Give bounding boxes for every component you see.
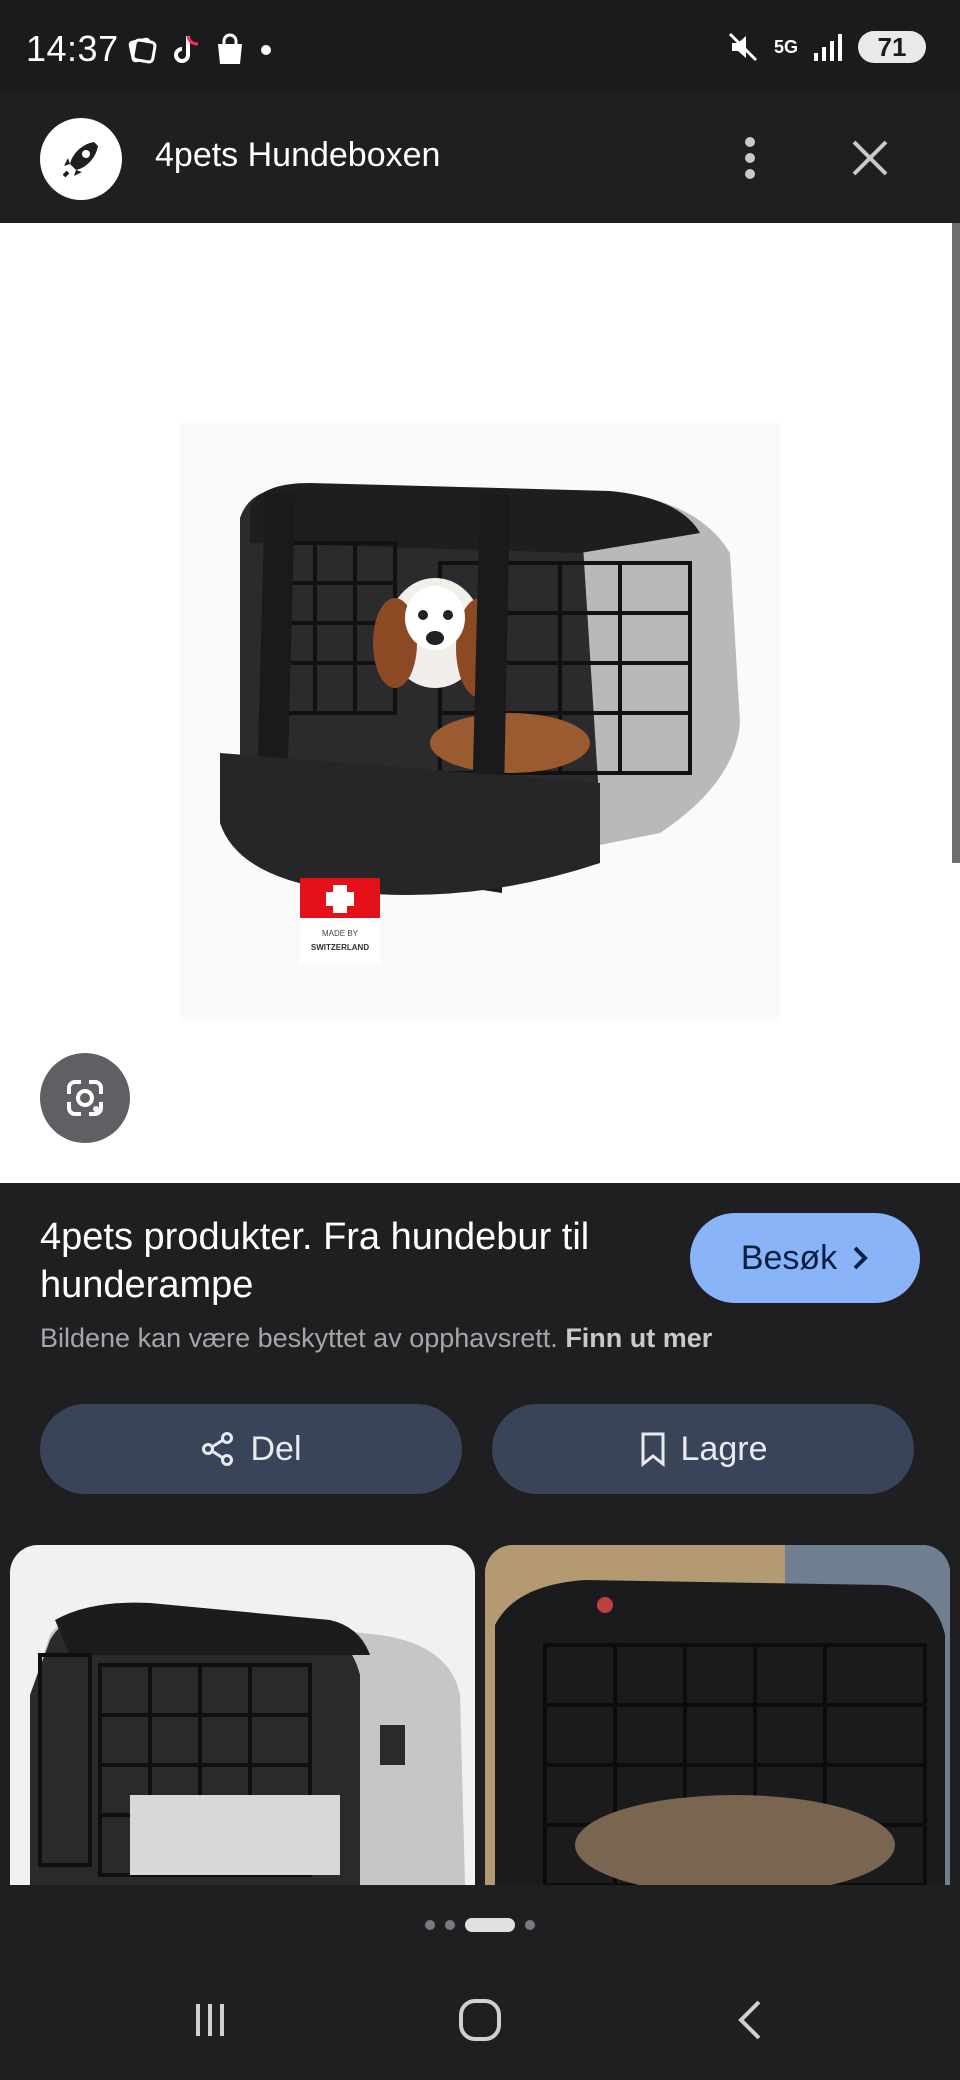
viewer-header: 4pets Hundeboxen [0, 93, 960, 223]
google-lens-button[interactable] [40, 1053, 130, 1143]
related-images-grid [0, 1545, 960, 1895]
product-image[interactable]: MADE BY SWITZERLAND [180, 423, 780, 1023]
page-indicator [0, 1895, 960, 1955]
copyright-text: Bildene kan være beskyttet av opphavsret… [40, 1323, 558, 1353]
learn-more-link[interactable]: Finn ut mer [565, 1323, 712, 1353]
status-bar: 14:37 5G 71 [0, 0, 960, 93]
page-dot [425, 1920, 435, 1930]
mute-icon [728, 32, 758, 62]
result-title[interactable]: 4pets produkter. Fra hundebur til hunder… [40, 1213, 640, 1309]
5g-icon: 5G [773, 37, 798, 57]
rocket-icon [62, 142, 98, 178]
image-viewer[interactable]: MADE BY SWITZERLAND [0, 223, 960, 1183]
chevron-right-icon [853, 1246, 869, 1270]
tiktok-icon [174, 35, 199, 63]
save-label: Lagre [680, 1429, 768, 1468]
dog-crate-illustration: MADE BY SWITZERLAND [220, 483, 740, 963]
share-button[interactable]: Del [40, 1404, 462, 1494]
recents-icon [196, 2004, 224, 2036]
copyright-notice: Bildene kan være beskyttet av opphavsret… [40, 1323, 712, 1354]
shopping-bag-icon [218, 33, 242, 64]
visit-button[interactable]: Besøk [690, 1213, 920, 1303]
bookmark-icon [641, 1432, 665, 1467]
viewer-scrollbar[interactable] [952, 223, 960, 863]
signal-icon [814, 34, 842, 61]
page-dot [445, 1920, 455, 1930]
page-dot [525, 1920, 535, 1930]
page-title: 4pets Hundeboxen [155, 136, 441, 174]
close-button[interactable] [840, 128, 900, 188]
more-vert-icon [745, 137, 755, 179]
home-button[interactable] [425, 1970, 535, 2070]
related-image-1[interactable] [10, 1545, 475, 1885]
site-favicon[interactable] [40, 118, 122, 200]
back-icon [738, 2000, 761, 2040]
related-image-2[interactable] [485, 1545, 950, 1885]
visit-label: Besøk [740, 1238, 838, 1277]
home-icon [459, 1999, 501, 2041]
page-dot-active [465, 1918, 515, 1932]
back-button[interactable] [695, 1970, 805, 2070]
share-icon [202, 1432, 234, 1466]
close-icon [852, 140, 888, 176]
share-label: Del [250, 1429, 302, 1468]
image-info-panel: 4pets produkter. Fra hundebur til hunder… [0, 1183, 960, 1545]
recents-button[interactable] [155, 1970, 265, 2070]
dot-icon [261, 45, 271, 55]
badge-text-switzerland: SWITZERLAND [311, 943, 369, 952]
crate-side-view-image [30, 1602, 465, 1885]
stack-icon [128, 37, 157, 64]
google-lens-icon [67, 1080, 103, 1116]
notification-icons [126, 32, 276, 68]
more-options-button[interactable] [730, 123, 770, 193]
clock: 14:37 [26, 28, 119, 69]
save-button[interactable]: Lagre [492, 1404, 914, 1494]
badge-text-made-by: MADE BY [322, 929, 359, 938]
system-icons: 5G 71 [726, 30, 926, 64]
system-nav-bar [0, 1955, 960, 2080]
crate-in-room-image [485, 1545, 950, 1885]
battery-indicator: 71 [858, 31, 926, 63]
